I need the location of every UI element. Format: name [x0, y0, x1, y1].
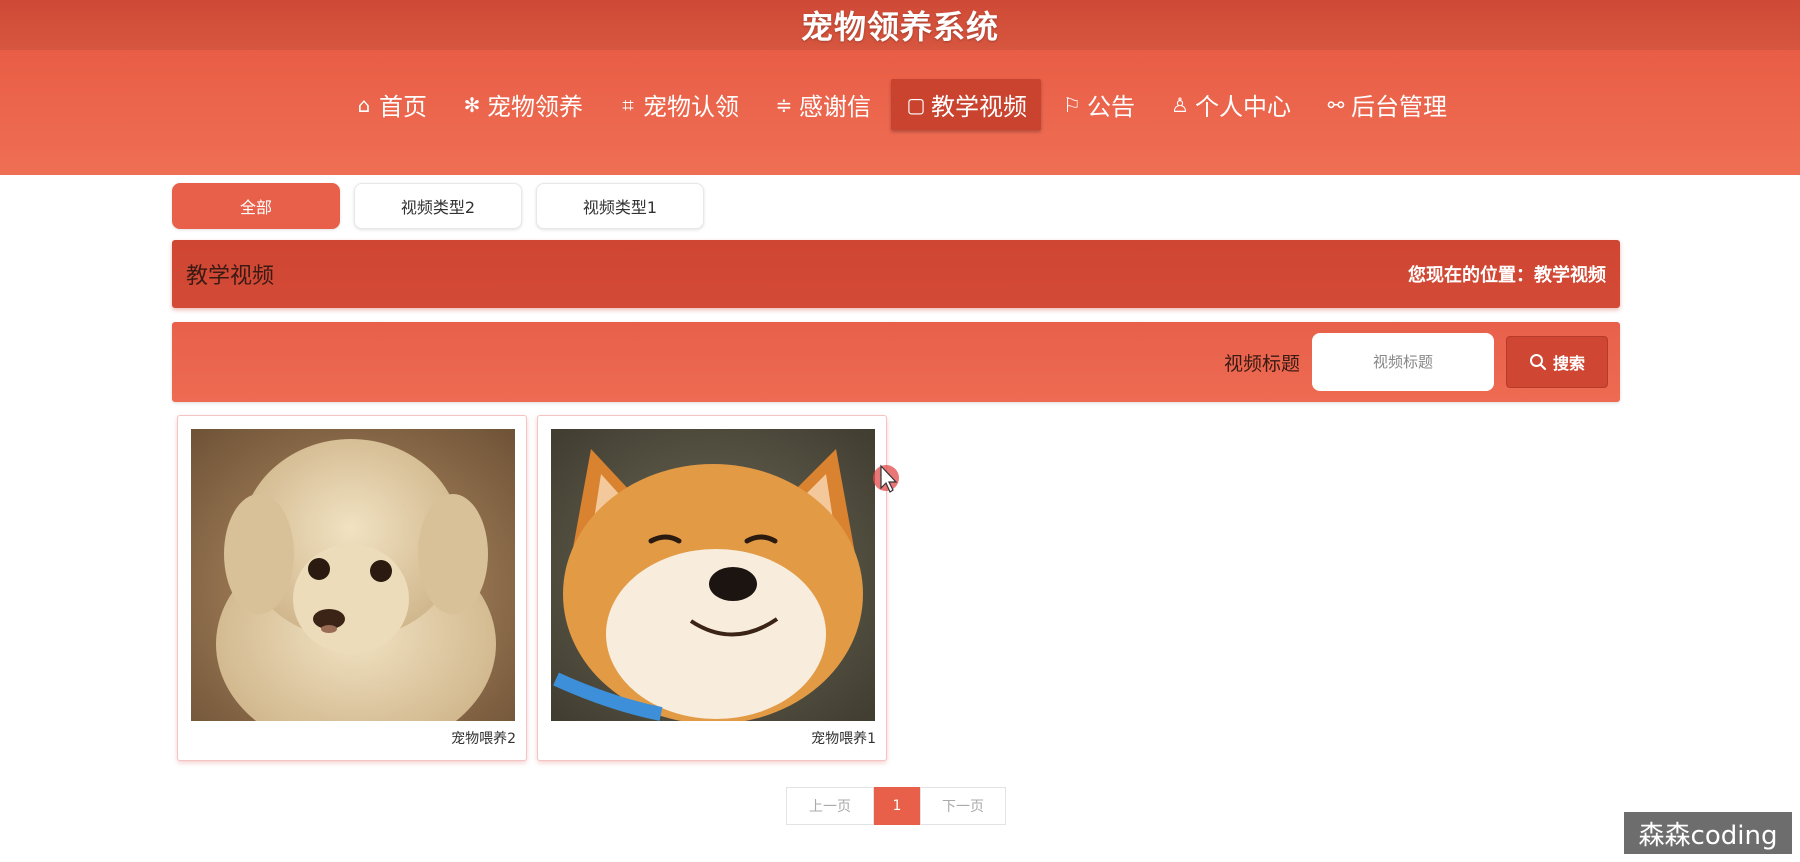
nav-item-label: 个人中心 [1195, 93, 1291, 121]
video-card[interactable]: 宠物喂养1 [537, 415, 887, 761]
nav-item-label: 宠物领养 [487, 93, 583, 121]
section-title: 教学视频 [186, 264, 275, 289]
nav-item-label: 首页 [379, 93, 427, 121]
prev-page-button[interactable]: 上一页 [786, 787, 874, 825]
video-card[interactable]: 宠物喂养2 [177, 415, 527, 761]
breadcrumb: 您现在的位置：教学视频 [1408, 265, 1606, 286]
nav-item-personal-center[interactable]: ♙ 个人中心 [1155, 79, 1305, 130]
nav-item-thank-you-letter[interactable]: ≑ 感谢信 [759, 79, 885, 130]
shiba-photo [551, 429, 875, 721]
page-number-current[interactable]: 1 [874, 787, 920, 825]
nav-item-pet-claim[interactable]: ⌗ 宠物认领 [603, 79, 753, 130]
section-header: 教学视频 您现在的位置：教学视频 [172, 240, 1620, 308]
next-page-button[interactable]: 下一页 [920, 787, 1006, 825]
search-button-label: 搜索 [1552, 354, 1585, 373]
nav-item-label: 公告 [1087, 93, 1135, 121]
user-icon: ♙ [1171, 92, 1189, 117]
nav-item-label: 教学视频 [931, 93, 1027, 121]
home-icon: ⌂ [357, 92, 371, 117]
search-label: 视频标题 [1223, 352, 1300, 375]
link-icon: ⚯ [1327, 92, 1345, 117]
nav-item-label: 感谢信 [799, 93, 871, 121]
search-button[interactable]: 搜索 [1506, 336, 1608, 388]
tab-all[interactable]: 全部 [172, 183, 340, 229]
nav-item-announcements[interactable]: ⚐ 公告 [1047, 79, 1149, 130]
puppy-photo [191, 429, 515, 721]
video-title[interactable]: 宠物喂养2 [451, 728, 516, 748]
nav-item-label: 宠物认领 [643, 93, 739, 121]
square-icon: ▢ [906, 92, 926, 117]
snowflake-icon: ✻ [463, 92, 481, 117]
video-thumbnail-shiba[interactable] [551, 429, 875, 721]
category-tabs: 全部 视频类型2 视频类型1 [172, 183, 704, 229]
video-list: 宠物喂养2 宠物喂养1 [177, 415, 887, 761]
search-icon [1529, 354, 1547, 371]
mouse-cursor-icon [873, 464, 899, 493]
nav-item-home[interactable]: ⌂ 首页 [339, 79, 441, 130]
main-nav: ⌂ 首页 ✻ 宠物领养 ⌗ 宠物认领 ≑ 感谢信 ▢ 教学视频 ⚐ 公告 ♙ 个… [336, 79, 1464, 130]
video-title-search-input[interactable] [1312, 333, 1494, 391]
main-nav-bar: ⌂ 首页 ✻ 宠物领养 ⌗ 宠物认领 ≑ 感谢信 ▢ 教学视频 ⚐ 公告 ♙ 个… [0, 50, 1800, 175]
search-bar: 视频标题 搜索 [172, 322, 1620, 402]
watermark: 森森coding [1624, 812, 1792, 854]
tab-video-type-2[interactable]: 视频类型2 [354, 183, 522, 229]
nav-item-label: 后台管理 [1351, 93, 1447, 121]
flag-icon: ⚐ [1063, 92, 1081, 117]
pagination: 上一页 1 下一页 [786, 787, 1006, 825]
nav-item-pet-adoption[interactable]: ✻ 宠物领养 [447, 79, 597, 130]
nav-item-teaching-videos[interactable]: ▢ 教学视频 [891, 79, 1041, 130]
video-title[interactable]: 宠物喂养1 [811, 728, 876, 748]
nav-item-admin[interactable]: ⚯ 后台管理 [1311, 79, 1461, 130]
app-title: 宠物领养系统 [800, 8, 999, 46]
tab-video-type-1[interactable]: 视频类型1 [536, 183, 704, 229]
sliders-icon: ≑ [775, 92, 793, 117]
video-thumbnail-puppy[interactable] [191, 429, 515, 721]
top-title-bar: 宠物领养系统 [0, 0, 1800, 51]
tag-icon: ⌗ [622, 92, 634, 117]
